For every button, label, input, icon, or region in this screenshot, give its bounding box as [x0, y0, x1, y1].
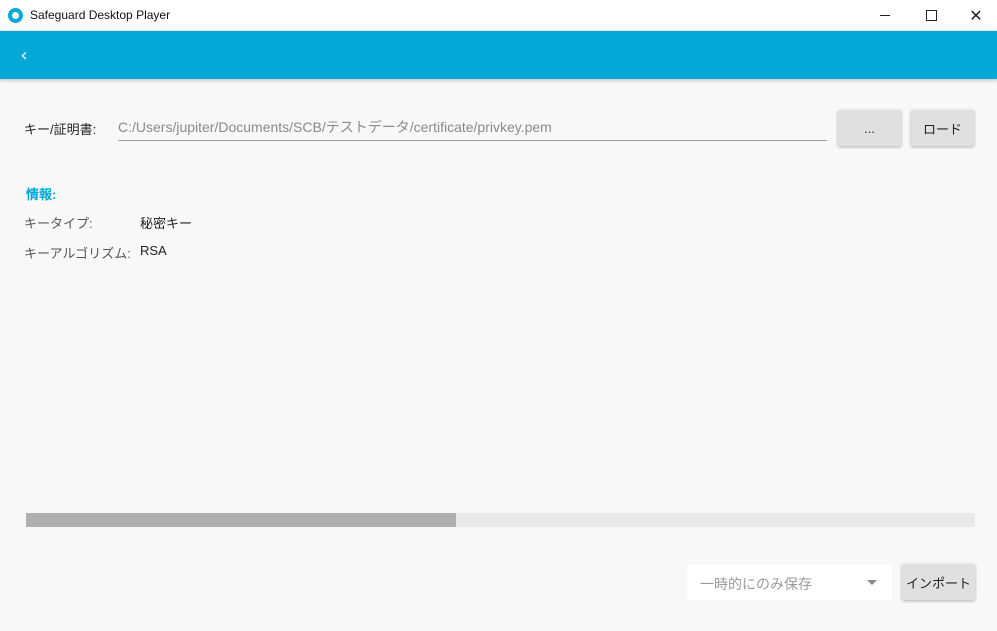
storage-mode-value: 一時的にのみ保存	[700, 576, 812, 592]
minimize-button[interactable]	[862, 0, 908, 31]
window-titlebar: Safeguard Desktop Player ✕	[0, 0, 997, 31]
key-algorithm-label: キーアルゴリズム:	[24, 246, 131, 261]
certificate-path-input[interactable]: C:/Users/jupiter/Documents/SCB/テストデータ/ce…	[118, 114, 827, 141]
app-header-bar: ‹	[0, 31, 997, 79]
safeguard-logo-icon	[8, 8, 23, 23]
storage-mode-select[interactable]: 一時的にのみ保存	[687, 565, 892, 600]
dropdown-caret-icon	[867, 580, 877, 585]
maximize-button[interactable]	[908, 0, 954, 31]
browse-button[interactable]: ...	[838, 110, 901, 146]
key-certificate-label: キー/証明書:	[24, 122, 97, 137]
key-algorithm-value: RSA	[140, 243, 167, 258]
progress-bar	[26, 513, 975, 527]
key-type-label: キータイプ:	[24, 216, 93, 231]
close-icon: ✕	[969, 5, 983, 25]
load-button[interactable]: ロード	[911, 110, 974, 146]
minimize-icon	[880, 15, 890, 16]
progress-fill	[26, 513, 456, 527]
window-title: Safeguard Desktop Player	[30, 8, 171, 22]
key-type-value: 秘密キー	[140, 216, 193, 231]
back-arrow-icon[interactable]: ‹	[14, 43, 34, 67]
maximize-icon	[925, 10, 937, 21]
import-button[interactable]: インポート	[902, 564, 975, 600]
close-button[interactable]: ✕	[953, 0, 997, 31]
info-heading: 情報:	[26, 187, 57, 202]
